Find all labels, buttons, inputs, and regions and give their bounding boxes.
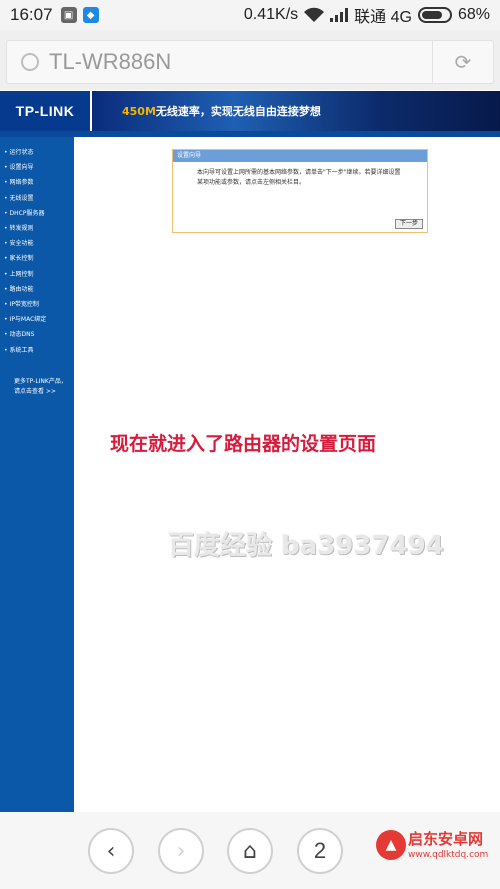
banner-text: 无线速率，实现无线自由连接梦想 <box>155 105 321 118</box>
tab-count: 2 <box>313 838 327 863</box>
sidebar-item-bandwidth[interactable]: IP带宽控制 <box>0 297 74 312</box>
main-content: 设置向导 本向导可设置上网所需的基本网络参数，请单击"下一步"继续。若要详细设置… <box>74 137 500 812</box>
sidebar-item-ddns[interactable]: 动态DNS <box>0 327 74 342</box>
status-bar: 16:07 ▣ ◆ 0.41K/s 联通 4G 68% <box>0 0 500 30</box>
sidebar-item-parental[interactable]: 家长控制 <box>0 251 74 266</box>
tplink-logo: TP-LINK <box>0 91 92 131</box>
battery-icon <box>417 7 452 23</box>
sidebar-item-wizard[interactable]: 设置向导 <box>0 160 74 175</box>
sidebar: 运行状态 设置向导 网络参数 无线设置 DHCP服务器 转发规则 安全功能 家长… <box>0 137 74 812</box>
back-icon: ‹ <box>106 838 116 864</box>
watermark: 百度经验 ba3937494 <box>168 531 444 561</box>
battery-percent: 68% <box>457 6 490 23</box>
banner-highlight: 450M <box>122 104 156 118</box>
wifi-icon <box>304 7 325 22</box>
sidebar-menu: 运行状态 设置向导 网络参数 无线设置 DHCP服务器 转发规则 安全功能 家长… <box>0 137 74 358</box>
sidebar-item-dhcp[interactable]: DHCP服务器 <box>0 206 74 221</box>
status-time: 16:07 <box>10 5 53 24</box>
more-products-link[interactable]: 更多TP-LINK产品， 请点击查看 >> <box>14 377 74 397</box>
sidebar-item-wireless[interactable]: 无线设置 <box>0 191 74 206</box>
watermark-url: www.qdlktdq.com <box>408 850 489 860</box>
sidebar-item-system[interactable]: 系统工具 <box>0 343 74 358</box>
home-button[interactable]: ⌂ <box>227 828 273 874</box>
header-banner: 450M 无线速率，实现无线自由连接梦想 <box>92 91 500 131</box>
watermark-logo-icon: ▲ <box>376 830 406 860</box>
annotation-text: 现在就进入了路由器的设置页面 <box>110 433 377 455</box>
dialog-title: 设置向导 <box>173 150 427 162</box>
sidebar-item-ip-mac[interactable]: IP与MAC绑定 <box>0 312 74 327</box>
notification-app-icon: ▣ <box>60 7 77 23</box>
more-products-line1: 更多TP-LINK产品， <box>14 378 67 385</box>
sidebar-item-access-control[interactable]: 上网控制 <box>0 267 74 282</box>
carrier-label: 联通 4G <box>354 9 412 26</box>
forward-button[interactable]: › <box>158 828 204 874</box>
sidebar-item-network[interactable]: 网络参数 <box>0 175 74 190</box>
forward-icon: › <box>176 838 186 864</box>
logo-text: TP-LINK <box>15 103 75 119</box>
back-button[interactable]: ‹ <box>88 828 134 874</box>
more-products-line2: 请点击查看 >> <box>14 388 56 395</box>
setup-wizard-dialog: 设置向导 本向导可设置上网所需的基本网络参数，请单击"下一步"继续。若要详细设置… <box>172 149 428 233</box>
sidebar-item-security[interactable]: 安全功能 <box>0 236 74 251</box>
browser-toolbar: TL-WR886N ⟳ <box>0 30 500 90</box>
site-info-icon[interactable] <box>21 53 39 71</box>
signal-icon <box>330 8 349 22</box>
notification-bag-icon: ◆ <box>82 7 99 23</box>
site-watermark-logo: ▲ 启东安卓网 www.qdlktdq.com <box>376 822 500 882</box>
tabs-button[interactable]: 2 <box>297 828 343 874</box>
status-right: 0.41K/s 联通 4G 68% <box>244 3 490 27</box>
watermark-title: 启东安卓网 <box>408 830 484 848</box>
network-speed: 0.41K/s <box>243 6 299 23</box>
refresh-icon[interactable]: ⟳ <box>433 40 493 84</box>
sidebar-item-routing[interactable]: 路由功能 <box>0 282 74 297</box>
next-button[interactable]: 下一步 <box>395 219 423 229</box>
router-header: TP-LINK 450M 无线速率，实现无线自由连接梦想 <box>0 91 500 131</box>
dialog-body: 本向导可设置上网所需的基本网络参数，请单击"下一步"继续。若要详细设置 某项功能… <box>173 162 427 188</box>
url-title[interactable]: TL-WR886N <box>49 49 432 75</box>
home-icon: ⌂ <box>243 838 257 864</box>
address-bar[interactable]: TL-WR886N ⟳ <box>6 40 494 84</box>
sidebar-item-status[interactable]: 运行状态 <box>0 145 74 160</box>
dialog-body-line2: 某项功能或参数，请点击左侧相关栏目。 <box>197 179 306 186</box>
sidebar-item-forwarding[interactable]: 转发规则 <box>0 221 74 236</box>
dialog-body-line1: 本向导可设置上网所需的基本网络参数，请单击"下一步"继续。若要详细设置 <box>197 169 401 176</box>
